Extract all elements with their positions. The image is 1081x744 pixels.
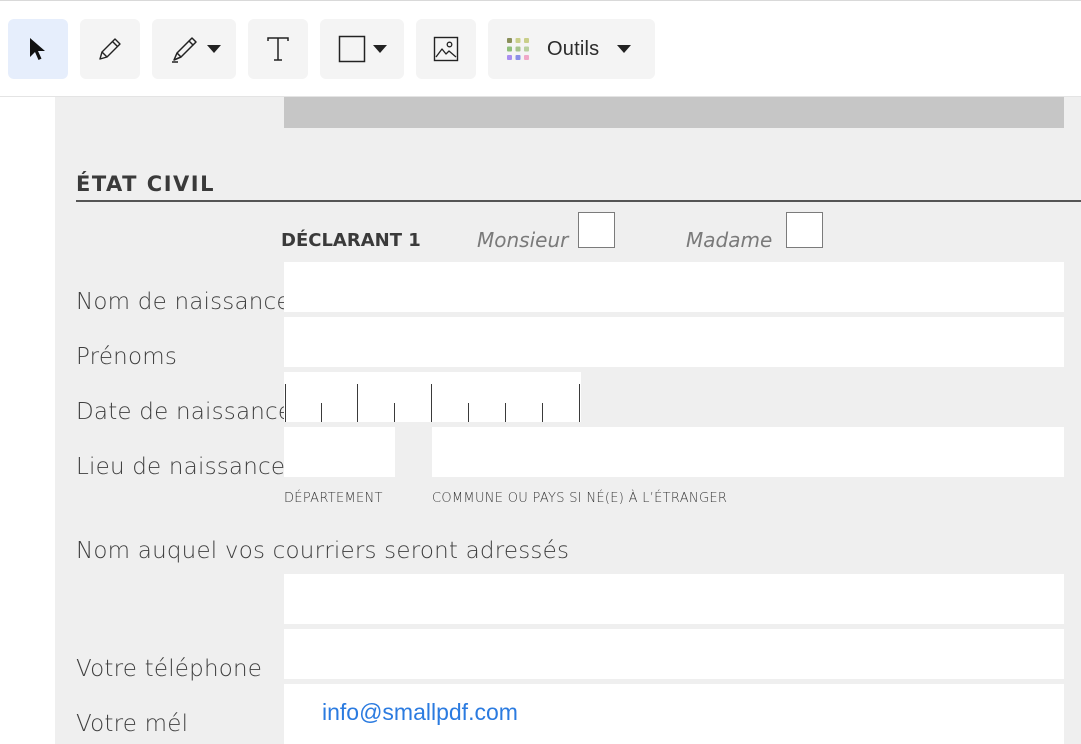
monsieur-label: Monsieur: [477, 228, 569, 252]
section-title: ÉTAT CIVIL: [76, 172, 215, 196]
text-tool-button[interactable]: [248, 19, 308, 79]
date-tick: [285, 384, 286, 422]
section-divider: [76, 200, 1081, 202]
mel-label: Votre mél: [76, 711, 189, 737]
mel-input[interactable]: [284, 684, 1064, 744]
pencil-tool-button[interactable]: [80, 19, 140, 79]
madame-label: Madame: [686, 228, 773, 252]
madame-checkbox[interactable]: [786, 212, 823, 248]
highlighter-icon: [168, 33, 200, 65]
declarant-label: DÉCLARANT 1: [281, 230, 421, 251]
date-naissance-label: Date de naissance: [76, 399, 293, 425]
pencil-icon: [95, 34, 125, 64]
date-tick: [542, 403, 543, 422]
date-tick: [321, 403, 322, 422]
chevron-down-icon: [372, 45, 387, 53]
chevron-down-icon: [617, 45, 632, 53]
text-t-icon: [265, 35, 291, 63]
date-tick: [431, 384, 432, 422]
prenoms-label: Prénoms: [76, 344, 178, 370]
date-tick: [579, 384, 580, 422]
monsieur-checkbox[interactable]: [578, 212, 615, 248]
editor-toolbar: Outils: [0, 0, 1081, 97]
outils-label: Outils: [547, 37, 600, 60]
date-naissance-input[interactable]: [284, 372, 581, 422]
commune-input[interactable]: [432, 427, 1064, 477]
nom-courrier-input[interactable]: [284, 574, 1064, 624]
image-icon: [433, 36, 459, 62]
date-tick: [357, 384, 358, 422]
nom-naissance-input[interactable]: [284, 262, 1064, 312]
date-tick: [394, 403, 395, 422]
pdf-page: ÉTAT CIVIL DÉCLARANT 1 Monsieur Madame N…: [55, 97, 1081, 744]
commune-sublabel: COMMUNE OU PAYS SI NÉ(E) À L’ÉTRANGER: [432, 491, 728, 506]
image-tool-button[interactable]: [416, 19, 476, 79]
telephone-label: Votre téléphone: [76, 656, 263, 682]
prenoms-input[interactable]: [284, 317, 1064, 367]
date-tick: [468, 403, 469, 422]
date-tick: [505, 403, 506, 422]
select-tool-button[interactable]: [8, 19, 68, 79]
document-viewport: ÉTAT CIVIL DÉCLARANT 1 Monsieur Madame N…: [0, 97, 1081, 744]
highlighter-tool-button[interactable]: [152, 19, 236, 79]
pdf-editor-window: Outils ÉTAT CIVIL DÉCLARANT 1 Monsieur M…: [0, 0, 1081, 744]
nom-naissance-label: Nom de naissance: [76, 289, 291, 315]
chevron-down-icon: [206, 45, 221, 53]
cursor-arrow-icon: [26, 36, 50, 62]
departement-input[interactable]: [284, 427, 395, 477]
telephone-input[interactable]: [284, 629, 1064, 679]
departement-sublabel: DÉPARTEMENT: [284, 491, 383, 506]
apps-grid-icon: [506, 37, 530, 61]
shape-tool-button[interactable]: [320, 19, 404, 79]
rectangle-icon: [338, 35, 366, 63]
nom-courrier-label: Nom auquel vos courriers seront adressés: [76, 538, 570, 564]
outils-menu-button[interactable]: Outils: [488, 19, 655, 79]
header-gray-band: [284, 97, 1064, 128]
lieu-naissance-label: Lieu de naissance: [76, 454, 286, 480]
